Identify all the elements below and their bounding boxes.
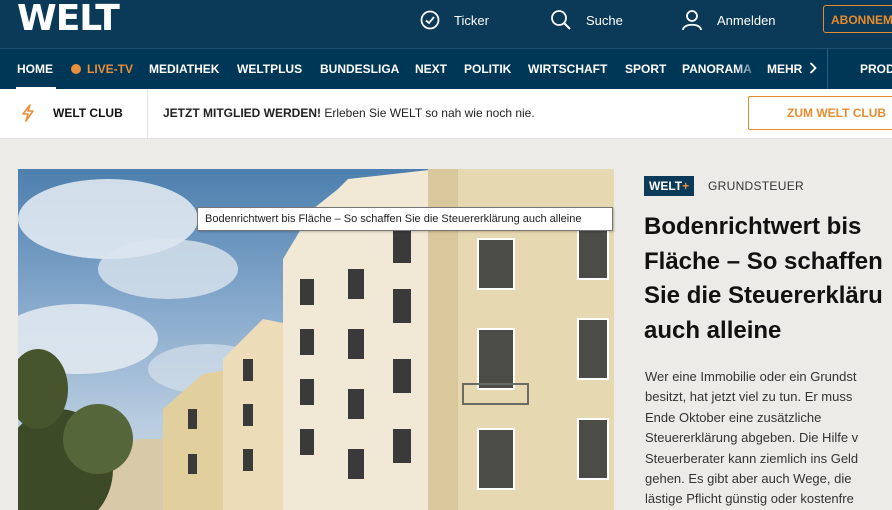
club-cta-bold: JETZT MITGLIED WERDEN! [163,106,321,120]
nav-fade [736,49,760,90]
headline-line: Fläche – So schaffen [644,247,883,275]
club-button[interactable]: ZUM WELT CLUB [748,96,892,130]
clock-check-icon [420,10,440,30]
chevron-right-icon [809,62,817,74]
welt-club-bar: WELT CLUB JETZT MITGLIED WERDEN! Erleben… [0,89,892,139]
search-icon [551,10,571,30]
abo-button[interactable]: ABONNEM [823,5,892,33]
live-dot-icon [71,64,81,74]
image-tooltip: Bodenrichtwert bis Fläche – So schaffen … [197,207,613,231]
nav-item-home[interactable]: HOME [17,49,53,90]
article-intro: Wer eine Immobilie oder ein Grundst besi… [645,367,892,510]
nav-item-mehr-label: MEHR [767,62,803,76]
headline-line: Sie die Steuererkläru [644,282,883,309]
ticker-label: Ticker [454,12,489,28]
club-divider [147,89,148,138]
intro-line: Ende Oktober eine zusätzliche [645,409,822,425]
nav-item-next[interactable]: NEXT [415,49,447,90]
badge-label: WELT [649,179,683,193]
nav-item-live-tv-label: LIVE-TV [87,62,134,76]
nav-item-prod[interactable]: PROD [860,49,892,90]
club-cta-text: JETZT MITGLIED WERDEN! Erleben Sie WELT … [163,89,535,138]
intro-line: besitzt, hat jetzt viel zu tun. Er muss [645,389,853,405]
badge-plus: + [682,179,690,193]
welt-logo[interactable]: WELT [17,0,120,40]
nav-item-mediathek[interactable]: MEDIATHEK [149,49,219,90]
club-title: WELT CLUB [53,106,123,120]
login-link[interactable]: Anmelden [681,0,776,40]
nav-item-politik[interactable]: POLITIK [464,49,511,90]
search-label: Suche [586,12,623,28]
top-header: WELT Ticker Suche Anmelden ABONNEM [0,0,892,48]
intro-line: Wer eine Immobilie oder ein Grundst [645,369,857,384]
search-link[interactable]: Suche [550,0,623,40]
nav-item-weltplus[interactable]: WELTPLUS [237,49,302,90]
article-headline[interactable]: Bodenrichtwert bis Fläche – So schaffen … [644,210,892,348]
user-icon [682,10,702,31]
intro-line: gehen. Es gibt aber auch Wege, die [645,471,852,487]
intro-line: Steuererklärung abgeben. Die Hilfe v [645,430,859,446]
intro-line: lästige Pflicht günstig oder kostenfre [645,491,854,507]
nav-divider [827,49,828,90]
headline-line: Bodenrichtwert bis [644,213,862,240]
main-navigation: HOME LIVE-TV MEDIATHEK WELTPLUS BUNDESLI… [0,48,892,90]
nav-item-bundesliga[interactable]: BUNDESLIGA [320,49,399,90]
nav-item-wirtschaft[interactable]: WIRTSCHAFT [528,49,607,90]
nav-item-mehr[interactable]: MEHR [767,49,817,90]
lightning-icon [22,104,34,122]
login-label: Anmelden [717,12,776,28]
headline-line: auch alleine [644,316,782,344]
club-cta-description: Erleben Sie WELT so nah wie noch nie. [324,106,535,120]
article-kicker: GRUNDSTEUER [708,179,804,193]
nav-item-sport[interactable]: SPORT [625,49,666,90]
nav-item-live-tv[interactable]: LIVE-TV [71,49,133,90]
weltplus-badge: WELT+ [644,176,695,196]
intro-line: Steuerberater kann ziemlich ins Geld [645,450,859,466]
ticker-link[interactable]: Ticker [420,0,489,40]
